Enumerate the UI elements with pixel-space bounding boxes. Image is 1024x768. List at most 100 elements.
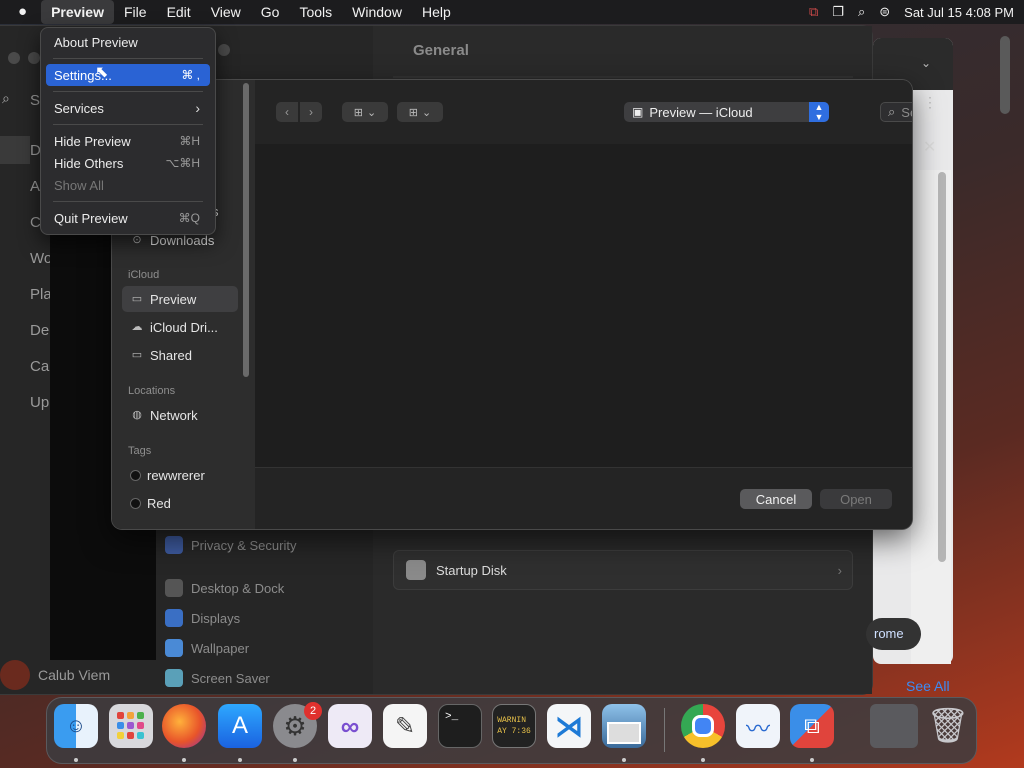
- settings-sidebar-item[interactable]: Wo: [30, 250, 52, 267]
- menu-item-settings[interactable]: Settings... ⌘ ,: [46, 64, 210, 86]
- startup-disk-row[interactable]: Startup Disk ›: [393, 550, 853, 590]
- cancel-button[interactable]: Cancel: [740, 489, 812, 509]
- settings-row-displays[interactable]: Displays: [165, 605, 365, 631]
- vscode-icon[interactable]: ⋊: [547, 704, 591, 748]
- running-indicator: [182, 758, 186, 762]
- menu-app-preview[interactable]: Preview: [41, 0, 114, 24]
- trash-icon[interactable]: 🗑: [926, 704, 970, 748]
- menu-bar: ● Preview File Edit View Go Tools Window…: [0, 0, 1024, 24]
- folder-icon: ▭: [131, 293, 143, 305]
- sidebar-item-shared[interactable]: ▭ Shared: [122, 342, 238, 368]
- screen-share-icon[interactable]: ⧉: [809, 4, 818, 20]
- menu-window[interactable]: Window: [342, 0, 412, 24]
- hand-icon: [165, 536, 183, 554]
- menu-go[interactable]: Go: [251, 0, 290, 24]
- window-min-dot[interactable]: [28, 52, 40, 64]
- sidebar-scrollbar[interactable]: [243, 83, 249, 377]
- chevron-right-icon: ›: [837, 562, 842, 578]
- sidebar-item-preview[interactable]: ▭ Preview: [122, 286, 238, 312]
- photo-icon: [607, 722, 641, 744]
- sidebar-item-icloud-drive[interactable]: ☁ iCloud Dri...: [122, 314, 238, 340]
- menu-item-about[interactable]: About Preview: [46, 31, 210, 53]
- settings-row-privacy[interactable]: Privacy & Security: [165, 532, 365, 558]
- more-icon[interactable]: ⋮: [923, 94, 937, 111]
- forward-chevron-icon[interactable]: ›: [300, 102, 322, 122]
- settings-row-desktop-dock[interactable]: Desktop & Dock: [165, 575, 365, 601]
- firefox-icon[interactable]: [162, 704, 206, 748]
- chevron-down-icon: ⌄: [367, 106, 377, 119]
- screen-sharing-icon[interactable]: ⧉: [790, 704, 834, 748]
- freeform-icon[interactable]: 〰: [736, 704, 780, 748]
- settings-sidebar-item[interactable]: Up: [30, 394, 49, 411]
- launchpad-icon[interactable]: [109, 704, 153, 748]
- disk-icon: [406, 560, 426, 580]
- menu-file[interactable]: File: [114, 0, 157, 24]
- control-center-icon[interactable]: ⊜: [879, 4, 890, 20]
- see-all-link[interactable]: See All: [906, 678, 950, 694]
- window-close-dot[interactable]: [8, 52, 20, 64]
- settings-sidebar-item[interactable]: Ca: [30, 358, 49, 375]
- open-button[interactable]: Open: [820, 489, 892, 509]
- spotlight-search-icon[interactable]: ⌕: [858, 4, 865, 20]
- menu-edit[interactable]: Edit: [157, 0, 201, 24]
- chrome-button[interactable]: rome: [866, 618, 921, 650]
- dock-icon: [165, 579, 183, 597]
- settings-sidebar-item[interactable]: A: [30, 178, 40, 195]
- location-popup[interactable]: ▣ Preview — iCloud ▲ ▼: [624, 102, 829, 122]
- settings-title: General: [413, 42, 469, 59]
- menu-tools[interactable]: Tools: [289, 0, 342, 24]
- preview-app-icon: ▣: [632, 105, 644, 119]
- settings-search-fragment[interactable]: S: [30, 92, 40, 109]
- settings-divider: [393, 76, 853, 78]
- window-zoom-dot[interactable]: [218, 44, 230, 56]
- finder-icon[interactable]: ☺: [54, 704, 98, 748]
- dock-divider: [664, 708, 665, 752]
- apple-icon[interactable]: ●: [0, 0, 41, 24]
- dialog-toolbar: ‹ › ⊞⌄ ⊞⌄ ▣ Preview — iCloud ▲▼ ⌕ Search: [255, 80, 912, 145]
- screensaver-icon: [165, 669, 183, 687]
- menu-item-hide-others[interactable]: Hide Others ⌥⌘H: [46, 152, 210, 174]
- clock[interactable]: Sat Jul 15 4:08 PM: [904, 5, 1014, 20]
- search-field[interactable]: ⌕ Search: [880, 102, 912, 122]
- settings-row-wallpaper[interactable]: Wallpaper: [165, 635, 365, 661]
- dialog-footer: [255, 468, 912, 529]
- menu-separator: [53, 124, 203, 125]
- textedit-icon[interactable]: ✎: [383, 704, 427, 748]
- view-mode-button[interactable]: ⊞ ⌄: [342, 102, 388, 122]
- settings-sidebar-item[interactable]: Pla: [30, 286, 52, 303]
- app-store-icon[interactable]: A: [218, 704, 262, 748]
- window-stack-icon[interactable]: ❐: [832, 4, 844, 20]
- terminal-icon[interactable]: >_: [438, 704, 482, 748]
- menu-item-hide[interactable]: Hide Preview ⌘H: [46, 130, 210, 152]
- preview-icon[interactable]: [602, 704, 646, 748]
- chevron-down-icon[interactable]: ⌄: [921, 56, 931, 70]
- sidebar-item-network[interactable]: ◍ Network: [122, 402, 238, 428]
- sidebar-tag-red[interactable]: Red: [122, 490, 238, 516]
- shared-folder-icon: ▭: [131, 349, 143, 361]
- sidebar-tag-rewwrerer[interactable]: rewwrerer: [122, 462, 238, 488]
- console-icon[interactable]: WARNIN AY 7:36: [492, 704, 536, 748]
- chrome-icon[interactable]: [681, 704, 725, 748]
- settings-selected-item: [0, 136, 30, 164]
- settings-search-icon[interactable]: ⌕: [2, 90, 10, 107]
- menu-item-quit[interactable]: Quit Preview ⌘Q: [46, 207, 210, 229]
- chrome-scrollbar[interactable]: [938, 172, 946, 562]
- visual-studio-icon[interactable]: ∞: [328, 704, 372, 748]
- chevron-right-icon: ›: [195, 100, 200, 116]
- back-chevron-icon[interactable]: ‹: [276, 102, 298, 122]
- notification-badge: 2: [304, 702, 322, 720]
- group-by-button[interactable]: ⊞ ⌄: [397, 102, 443, 122]
- menu-help[interactable]: Help: [412, 0, 461, 24]
- user-account[interactable]: Calub Viem: [0, 660, 110, 690]
- close-icon[interactable]: ✕: [923, 137, 936, 157]
- downloads-stack-icon[interactable]: [870, 704, 918, 748]
- settings-sidebar-item[interactable]: De: [30, 322, 49, 339]
- desktop-scrollbar[interactable]: [1000, 36, 1010, 114]
- chevron-down-icon: ⌄: [422, 106, 432, 119]
- running-indicator: [622, 758, 626, 762]
- file-browser-area[interactable]: [255, 144, 912, 468]
- menu-item-services[interactable]: Services ›: [46, 97, 210, 119]
- running-indicator: [238, 758, 242, 762]
- menu-view[interactable]: View: [201, 0, 251, 24]
- settings-row-screen-saver[interactable]: Screen Saver: [165, 665, 365, 691]
